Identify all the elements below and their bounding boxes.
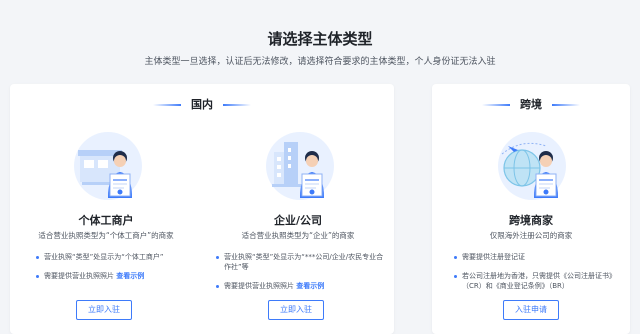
individual-business-join-button[interactable]: 立即入驻 xyxy=(76,300,132,320)
crossborder-merchant-requirements: 需要提供注册登记证 若公司注册地为香港，只需提供《公司注册证书》（CR）和《商业… xyxy=(454,252,614,300)
page-subtitle: 主体类型一旦选择，认证后无法修改，请选择符合要求的主体类型，个人身份证无法入驻 xyxy=(144,57,496,67)
domestic-card: 国内 个体工商户 适合营业执照类型为“个体工商户”的商家 营业执照“类型”处显示… xyxy=(10,84,394,334)
requirement-text: 需要提供营业执照照片 xyxy=(224,282,294,290)
requirement-item: 营业执照“类型”处显示为“个体工商户” xyxy=(36,252,196,262)
view-example-link[interactable]: 查看示例 xyxy=(116,272,144,280)
shop-storefront-icon xyxy=(68,124,148,204)
crossborder-apply-button[interactable]: 入驻申请 xyxy=(503,300,559,320)
company-join-button[interactable]: 立即入驻 xyxy=(268,300,324,320)
office-building-icon xyxy=(260,124,340,204)
requirement-item: 营业执照“类型”处显示为“***公司/企业/农民专业合作社”等 xyxy=(216,252,386,272)
crossborder-merchant-title: 跨境商家 xyxy=(509,214,553,227)
company-description: 适合营业执照类型为“企业”的商家 xyxy=(241,231,355,240)
individual-business-option: 个体工商户 适合营业执照类型为“个体工商户”的商家 营业执照“类型”处显示为“个… xyxy=(10,84,202,334)
crossborder-card: 跨境 跨境商家 仅限海外注册公司的商家 需要提供注册登记证 若公司注册地为香港，… xyxy=(432,84,630,334)
requirement-text: 需要提供营业执照照片 xyxy=(44,272,114,280)
company-title: 企业/公司 xyxy=(273,214,323,227)
individual-business-title: 个体工商户 xyxy=(78,214,134,227)
page-title: 请选择主体类型 xyxy=(267,30,373,48)
requirement-item: 需要提供注册登记证 xyxy=(454,252,614,262)
view-example-link[interactable]: 查看示例 xyxy=(296,282,324,290)
individual-business-description: 适合营业执照类型为“个体工商户”的商家 xyxy=(38,231,174,240)
globe-airplane-icon xyxy=(492,124,572,204)
requirement-item: 需要提供营业执照照片 查看示例 xyxy=(36,271,196,281)
requirement-text: 若公司注册地为香港，只需提供《公司注册证书》（CR）和《商业登记条例》（BR） xyxy=(462,272,613,290)
requirement-text: 营业执照“类型”处显示为“***公司/企业/农民专业合作社”等 xyxy=(224,253,384,271)
company-option: 企业/公司 适合营业执照类型为“企业”的商家 营业执照“类型”处显示为“***公… xyxy=(202,84,394,334)
individual-business-requirements: 营业执照“类型”处显示为“个体工商户” 需要提供营业执照照片 查看示例 xyxy=(36,252,196,290)
crossborder-merchant-option: 跨境商家 仅限海外注册公司的商家 需要提供注册登记证 若公司注册地为香港，只需提… xyxy=(432,84,630,334)
crossborder-merchant-description: 仅限海外注册公司的商家 xyxy=(489,231,573,240)
requirement-text: 营业执照“类型”处显示为“个体工商户” xyxy=(44,253,164,261)
requirement-item: 若公司注册地为香港，只需提供《公司注册证书》（CR）和《商业登记条例》（BR） xyxy=(454,271,614,291)
company-requirements: 营业执照“类型”处显示为“***公司/企业/农民专业合作社”等 需要提供营业执照… xyxy=(216,252,386,300)
requirement-item: 需要提供营业执照照片 查看示例 xyxy=(216,281,386,291)
requirement-text: 需要提供注册登记证 xyxy=(462,253,525,261)
